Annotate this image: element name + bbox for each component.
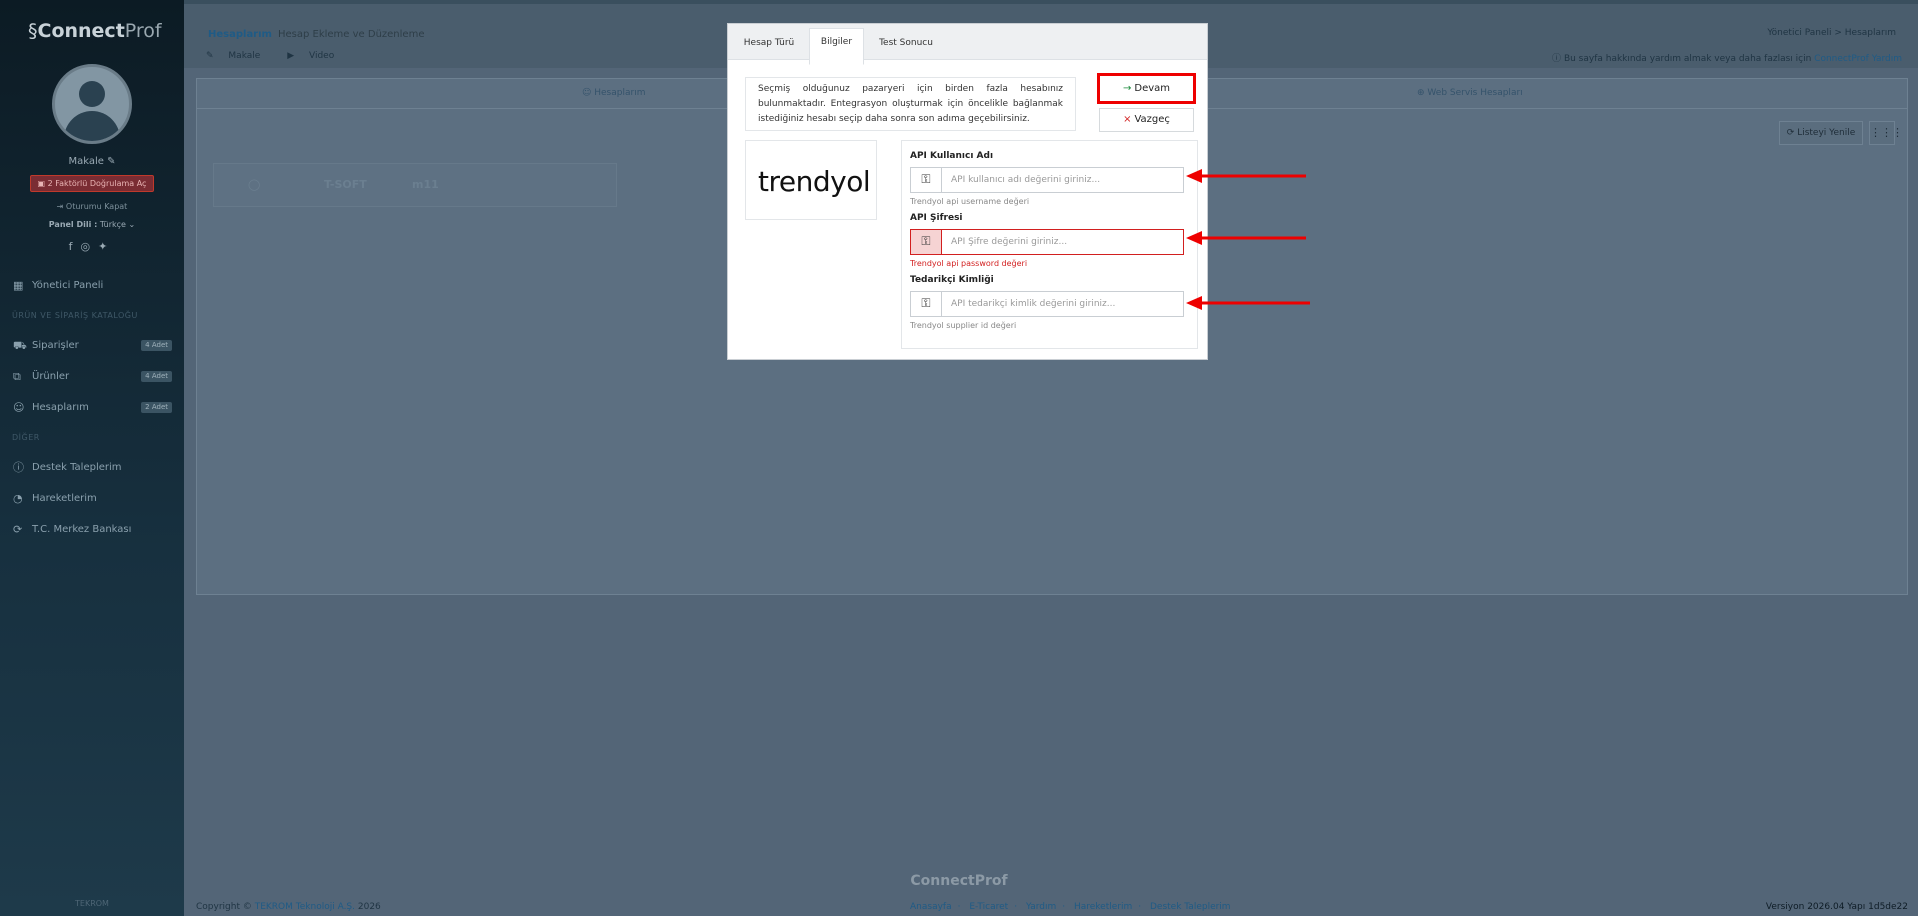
copyright: Copyright © TEKROM Teknoloji A.Ş. 2026 xyxy=(196,902,381,912)
box-icon: ⧉ xyxy=(13,370,21,383)
section-label-products: ÜRÜN VE SİPARİŞ KATALOĞU xyxy=(12,311,138,320)
language-selector[interactable]: Panel Dili : Türkçe ⌄ xyxy=(0,220,184,229)
chevron-down-icon: ⌄ xyxy=(128,220,136,229)
tab-account-type[interactable]: Hesap Türü xyxy=(734,24,804,60)
api-password-label: API Şifresi xyxy=(910,213,963,223)
refresh-icon: ⟳ xyxy=(1786,128,1795,138)
user-name[interactable]: Makale ✎ xyxy=(0,156,184,167)
sidebar-item-orders[interactable]: ⛟ Siparişler 4 Adet xyxy=(0,335,184,357)
trendyol-logo: trendyol xyxy=(758,165,871,198)
account-modal: Hesap Türü Bilgiler Test Sonucu Seçmiş o… xyxy=(727,23,1208,360)
users-icon: ☺ xyxy=(13,401,25,414)
sidebar-item-accounts[interactable]: ☺ Hesaplarım 2 Adet xyxy=(0,397,184,419)
supplier-id-field[interactable]: ⚿ xyxy=(910,291,1184,317)
header-links: ✎ Makale ▶ Video xyxy=(206,51,358,61)
api-password-input[interactable] xyxy=(943,230,1183,254)
dashboard-icon: ▦ xyxy=(13,279,24,292)
help-link[interactable]: ConnectProf Yardım xyxy=(1814,54,1902,64)
count-badge: 2 Adet xyxy=(141,402,172,413)
twitter-icon[interactable]: ✦ xyxy=(98,240,115,253)
info-message: Seçmiş olduğunuz pazaryeri için birden f… xyxy=(745,77,1076,131)
sidebar-footer-brand: TEKROM xyxy=(75,899,109,908)
arrow-right-icon: → xyxy=(1122,83,1132,94)
annotation-arrow-icon xyxy=(1186,231,1306,245)
footer-link-help[interactable]: Yardım xyxy=(1026,902,1056,912)
support-icon: ⓘ xyxy=(13,461,24,474)
tab-webservice[interactable]: ⊕ Web Servis Hesapları xyxy=(1417,88,1523,98)
video-link[interactable]: ▶ Video xyxy=(287,51,346,61)
close-icon: × xyxy=(1123,114,1132,125)
video-icon: ▶ xyxy=(287,51,295,61)
supplier-id-help: Trendyol supplier id değeri xyxy=(910,321,1017,330)
cancel-button[interactable]: × Vazgeç xyxy=(1099,108,1194,132)
refresh-list-button[interactable]: ⟳ Listeyi Yenile xyxy=(1779,121,1863,145)
social-links: f◎✦ xyxy=(0,240,184,253)
annotation-arrow-icon xyxy=(1186,169,1306,183)
facebook-icon[interactable]: f xyxy=(69,240,81,253)
pencil-icon: ✎ xyxy=(206,51,214,61)
sidebar-item-central-bank[interactable]: ⟳ T.C. Merkez Bankası xyxy=(0,519,184,541)
sidebar-item-activity[interactable]: ◔ Hareketlerim xyxy=(0,488,184,510)
article-link[interactable]: ✎ Makale xyxy=(206,51,272,61)
help-text: ⓘ Bu sayfa hakkında yardım almak veya da… xyxy=(1552,54,1902,64)
section-label-other: DİĞER xyxy=(12,433,40,442)
api-password-field[interactable]: ⚿ xyxy=(910,229,1184,255)
grid-view-button[interactable]: ⋮⋮⋮ xyxy=(1869,121,1903,145)
tab-info[interactable]: Bilgiler xyxy=(809,28,864,65)
breadcrumb[interactable]: Yönetici Paneli > Hesaplarım xyxy=(1767,28,1896,38)
n11-logo: m11 xyxy=(412,178,439,191)
key-icon: ⚿ xyxy=(911,292,942,316)
grid-icon: ⋮⋮⋮ xyxy=(1870,126,1903,139)
supplier-id-input[interactable] xyxy=(943,292,1183,316)
api-password-error: Trendyol api password değeri xyxy=(910,259,1028,268)
footer-link-support[interactable]: Destek Taleplerim xyxy=(1150,902,1231,912)
info-icon: ⓘ xyxy=(1552,54,1562,64)
instagram-icon[interactable]: ◎ xyxy=(81,240,99,253)
logout-icon: ⇥ xyxy=(56,202,64,211)
api-username-field[interactable]: ⚿ xyxy=(910,167,1184,193)
api-username-input[interactable] xyxy=(943,168,1183,192)
currency-icon: ⟳ xyxy=(13,523,23,536)
modal-tabs: Hesap Türü Bilgiler Test Sonucu xyxy=(728,24,1207,65)
continue-button[interactable]: → Devam xyxy=(1097,73,1196,104)
count-badge: 4 Adet xyxy=(141,371,172,382)
footer-links: Anasayfa · E-Ticaret · Yardım · Hareketleri… xyxy=(910,902,1231,912)
credentials-form: API Kullanıcı Adı ⚿ Trendyol api usernam… xyxy=(901,140,1198,349)
sidebar-item-support[interactable]: ⓘ Destek Taleplerim xyxy=(0,457,184,479)
logout-link[interactable]: ⇥ Oturumu Kapat xyxy=(0,202,184,211)
tsoft-logo: T-SOFT xyxy=(324,178,367,191)
marketplace-logo-strip: ◯ T-SOFT m11 xyxy=(213,163,617,207)
footer-link-activity[interactable]: Hareketlerim xyxy=(1074,902,1132,912)
key-icon: ⚿ xyxy=(911,168,942,192)
company-link[interactable]: TEKROM Teknoloji A.Ş. xyxy=(255,902,355,912)
logo-mark-icon: § xyxy=(28,20,38,42)
cart-icon: ⛟ xyxy=(13,339,27,352)
twofa-button[interactable]: ▣ 2 Faktörlü Doğrulama Aç xyxy=(30,175,154,192)
sidebar: §ConnectProf Makale ✎ ▣ 2 Faktörlü Doğru… xyxy=(0,0,184,916)
chart-icon: ◔ xyxy=(13,492,23,505)
footer-link-ecommerce[interactable]: E-Ticaret xyxy=(969,902,1008,912)
key-icon: ⚿ xyxy=(911,230,942,254)
sidebar-item-products[interactable]: ⧉ Ürünler 4 Adet xyxy=(0,366,184,388)
marketplace-logo-box: trendyol xyxy=(745,140,877,220)
edit-icon[interactable]: ✎ xyxy=(107,156,115,167)
annotation-arrow-icon xyxy=(1186,296,1310,310)
api-username-help: Trendyol api username değeri xyxy=(910,197,1030,206)
footer-brand: ConnectProf xyxy=(910,873,1008,889)
api-username-label: API Kullanıcı Adı xyxy=(910,151,994,161)
sidebar-item-dashboard[interactable]: ▦ Yönetici Paneli xyxy=(0,275,184,297)
circle-logo-icon: ◯ xyxy=(248,178,261,191)
footer-link-home[interactable]: Anasayfa xyxy=(910,902,952,912)
count-badge: 4 Adet xyxy=(141,340,172,351)
logo[interactable]: §ConnectProf xyxy=(28,20,162,42)
tab-accounts[interactable]: ☺ Hesaplarım xyxy=(582,88,645,98)
version-text: Versiyon 2026.04 Yapı 1d5de22 xyxy=(1765,902,1908,912)
avatar[interactable] xyxy=(52,64,132,144)
supplier-id-label: Tedarikçi Kimliği xyxy=(910,275,994,285)
lock-icon: ▣ xyxy=(37,179,46,188)
tab-test-result[interactable]: Test Sonucu xyxy=(870,24,942,60)
page-title: Hesaplarım Hesap Ekleme ve Düzenleme xyxy=(208,29,425,40)
